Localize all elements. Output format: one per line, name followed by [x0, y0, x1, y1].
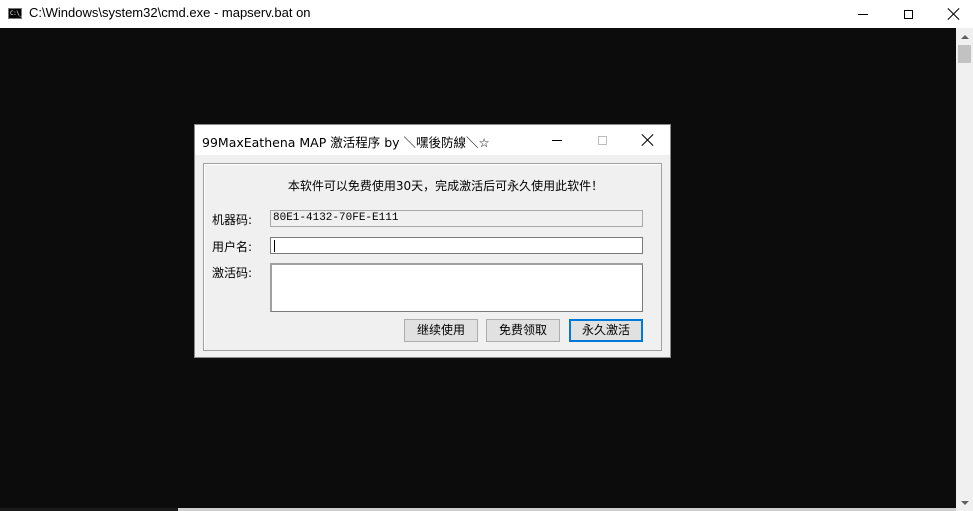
minimize-icon — [552, 139, 562, 141]
maximize-icon — [597, 135, 607, 145]
dialog-minimize-button[interactable] — [535, 125, 579, 155]
username-input[interactable] — [270, 237, 643, 254]
machine-code-field: 80E1-4132-70FE-E111 — [270, 210, 643, 227]
dialog-title: 99MaxEathena MAP 激活程序 by ＼嘿後防線＼☆ — [202, 135, 490, 150]
username-label: 用户名: — [212, 240, 253, 254]
activation-code-textarea[interactable] — [270, 263, 643, 312]
activation-code-label: 激活码: — [212, 266, 253, 280]
machine-code-label: 机器码: — [212, 213, 253, 227]
console-close-button[interactable] — [931, 0, 973, 28]
continue-using-button[interactable]: 继续使用 — [404, 319, 478, 342]
dialog-titlebar: 99MaxEathena MAP 激活程序 by ＼嘿後防線＼☆ — [195, 125, 670, 155]
close-icon — [948, 8, 960, 20]
cmd-app-icon: C:\_ — [8, 8, 23, 19]
dialog-maximize-button — [580, 125, 624, 155]
scrollbar-thumb[interactable] — [958, 45, 971, 63]
activation-dialog: 99MaxEathena MAP 激活程序 by ＼嘿後防線＼☆ 本软件可以免费… — [194, 124, 671, 358]
free-claim-button[interactable]: 免费领取 — [486, 319, 560, 342]
console-vertical-scrollbar[interactable] — [956, 28, 973, 511]
console-titlebar: C:\_ C:\Windows\system32\cmd.exe - mapse… — [0, 0, 973, 28]
trial-notice-text: 本软件可以免费使用30天，完成激活后可永久使用此软件！ — [287, 179, 604, 193]
close-icon — [642, 134, 654, 146]
scroll-up-arrow-icon[interactable] — [956, 28, 973, 45]
console-window-title: C:\Windows\system32\cmd.exe - mapserv.ba… — [29, 5, 311, 20]
console-maximize-button[interactable] — [885, 0, 931, 28]
maximize-icon — [903, 9, 913, 19]
dialog-close-button[interactable] — [625, 125, 670, 155]
permanent-activate-button[interactable]: 永久激活 — [569, 319, 643, 342]
scroll-down-arrow-icon[interactable] — [956, 494, 973, 511]
console-minimize-button[interactable] — [840, 0, 886, 28]
minimize-icon — [858, 13, 868, 15]
